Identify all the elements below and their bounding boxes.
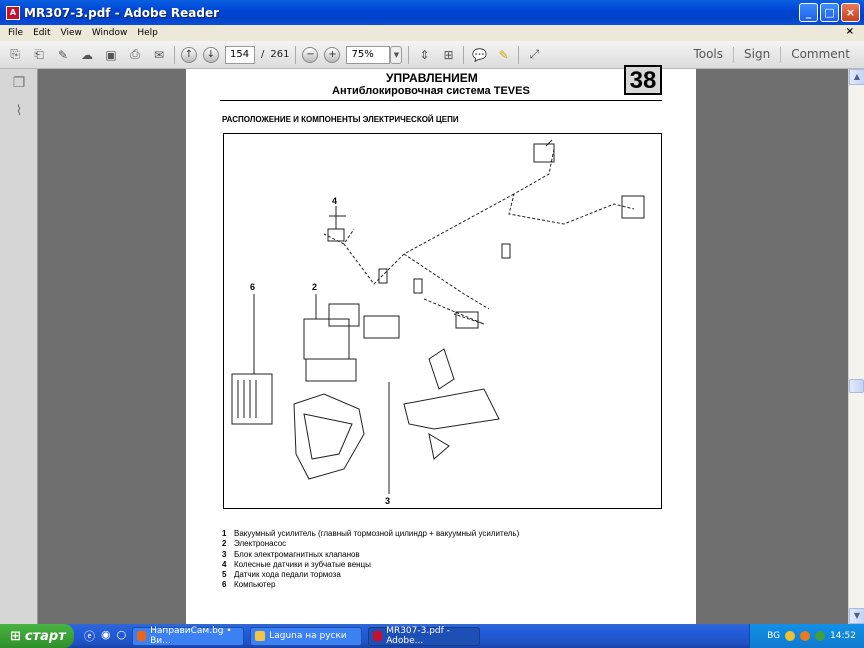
taskbar-item-folder[interactable]: Laguna на руски <box>250 626 363 646</box>
wiring-diagram-figure: 4 6 2 3 <box>223 133 662 509</box>
fit-page-icon[interactable]: ⇕ <box>415 46 433 64</box>
toolbar-divider <box>408 45 410 64</box>
save-icon[interactable]: ▣ <box>102 46 120 64</box>
toolbar-divider <box>174 45 175 64</box>
taskbar-item-reader[interactable]: MR307-3.pdf - Adobe... <box>368 626 481 646</box>
email-icon[interactable]: ✉ <box>150 46 168 64</box>
tray-icon[interactable] <box>785 631 796 641</box>
adobe-reader-icon <box>373 631 383 641</box>
legend-item: 4 Колесные датчики и зубчатые венцы <box>222 559 371 569</box>
zoom-out-icon[interactable]: − <box>302 46 319 63</box>
window-title: MR307-3.pdf - Adobe Reader <box>24 5 220 20</box>
toolbar-divider <box>733 47 735 63</box>
next-page-icon[interactable]: ↓ <box>203 46 219 63</box>
firefox-icon[interactable]: ◉ <box>101 628 111 644</box>
navigation-pane: ❐ ⌇ <box>0 69 38 624</box>
header-rule <box>220 100 662 101</box>
folder-icon <box>255 631 266 641</box>
legend-item: 6 Компьютер <box>222 580 276 590</box>
tray-icon[interactable] <box>800 631 811 641</box>
sign-button[interactable]: Sign <box>744 47 770 63</box>
pdf-page: УПРАВЛЕНИЕМ Антиблокировочная система TE… <box>186 65 696 624</box>
fit-width-icon[interactable]: ⊞ <box>439 46 457 64</box>
start-button[interactable]: ⊞ старт <box>0 624 74 648</box>
maximize-button[interactable]: □ <box>820 3 839 22</box>
pages-thumbnail-icon[interactable]: ❐ <box>10 75 28 93</box>
taskbar: ⊞ старт ⓔ ◉ ○ НаправиСам.bg • Ви... Lagun… <box>0 624 864 648</box>
tools-button[interactable]: Tools <box>693 47 723 63</box>
windows-logo-icon: ⊞ <box>10 628 21 644</box>
export-pdf-icon[interactable]: ⎗ <box>30 46 48 64</box>
section-title: РАСПОЛОЖЕНИЕ И КОМПОНЕНТЫ ЭЛЕКТРИЧЕСКОЙ … <box>222 115 459 124</box>
page-header-title: УПРАВЛЕНИЕМ <box>386 71 478 85</box>
language-indicator[interactable]: BG <box>767 631 780 641</box>
comment-button[interactable]: Comment <box>791 47 850 63</box>
page-number-input[interactable]: 154 <box>225 45 255 64</box>
figure-label-4: 4 <box>332 196 337 206</box>
menu-window[interactable]: Window <box>92 28 128 38</box>
page-header-subtitle: Антиблокировочная система TEVES <box>332 85 530 97</box>
scroll-thumb[interactable] <box>849 379 864 393</box>
zoom-dropdown-icon[interactable]: ▼ <box>390 45 403 64</box>
component-legend: 1 Вакуумный усилитель (главный тормозной … <box>222 529 519 591</box>
taskbar-item-browser[interactable]: НаправиСам.bg • Ви... <box>132 626 245 646</box>
comment-icon[interactable]: 💬 <box>470 46 488 64</box>
highlight-icon[interactable]: ✎ <box>494 46 512 64</box>
expand-icon[interactable]: ⤢ <box>525 46 543 64</box>
cloud-upload-icon[interactable]: ☁ <box>78 46 96 64</box>
figure-label-2: 2 <box>312 282 317 292</box>
menu-file[interactable]: File <box>8 28 23 38</box>
page-total: 261 <box>270 49 290 60</box>
toolbar-divider <box>780 47 782 63</box>
ie-icon[interactable]: ⓔ <box>84 628 95 644</box>
scroll-down-icon[interactable]: ▼ <box>849 608 864 624</box>
opera-icon[interactable]: ○ <box>117 628 127 644</box>
system-tray: BG 14:52 <box>749 624 864 648</box>
minimize-button[interactable]: _ <box>799 3 818 22</box>
print-icon[interactable]: ⎙ <box>126 46 144 64</box>
create-pdf-icon[interactable]: ⎘ <box>6 46 24 64</box>
previous-page-icon[interactable]: ↑ <box>181 46 197 63</box>
menu-help[interactable]: Help <box>137 28 158 38</box>
menu-edit[interactable]: Edit <box>33 28 50 38</box>
menu-bar: File Edit View Window Help × <box>0 25 864 41</box>
toolbar: ⎘ ⎗ ✎ ☁ ▣ ⎙ ✉ ↑ ↓ 154 / 261 − + 75% ▼ ⇕ … <box>0 41 864 69</box>
page-badge: 38 <box>624 65 662 95</box>
menu-view[interactable]: View <box>61 28 82 38</box>
figure-label-6: 6 <box>250 282 255 292</box>
adobe-reader-icon: A <box>6 5 20 20</box>
legend-item: 3 Блок электромагнитных клапанов <box>222 549 360 559</box>
toolbar-divider <box>518 45 520 64</box>
attachments-icon[interactable]: ⌇ <box>10 103 28 121</box>
firefox-icon <box>137 631 147 641</box>
legend-item: 2 Электронасос <box>222 539 287 549</box>
legend-item: 1 Вакуумный усилитель (главный тормозной … <box>222 529 520 538</box>
document-close-button[interactable]: × <box>846 26 854 37</box>
tray-icon[interactable] <box>815 631 826 641</box>
legend-item: 5 Датчик хода педали тормоза <box>222 570 341 580</box>
scroll-up-icon[interactable]: ▲ <box>849 69 864 85</box>
zoom-level-field[interactable]: 75% <box>346 45 391 64</box>
toolbar-divider <box>295 45 297 64</box>
figure-label-3: 3 <box>385 496 390 506</box>
page-separator: / <box>261 49 265 60</box>
abs-components-diagram: 4 6 2 3 <box>231 139 645 506</box>
clock: 14:52 <box>830 631 856 641</box>
title-bar: A MR307-3.pdf - Adobe Reader _ □ × <box>0 0 864 25</box>
toolbar-divider <box>463 45 465 64</box>
quick-launch: ⓔ ◉ ○ <box>84 628 126 644</box>
close-button[interactable]: × <box>841 3 860 22</box>
edit-pdf-icon[interactable]: ✎ <box>54 46 72 64</box>
document-viewport: ❐ ⌇ УПРАВЛЕНИЕМ Антиблокировочная систем… <box>0 65 864 624</box>
zoom-in-icon[interactable]: + <box>324 46 341 63</box>
vertical-scrollbar[interactable]: ▲ ▼ <box>848 69 864 624</box>
